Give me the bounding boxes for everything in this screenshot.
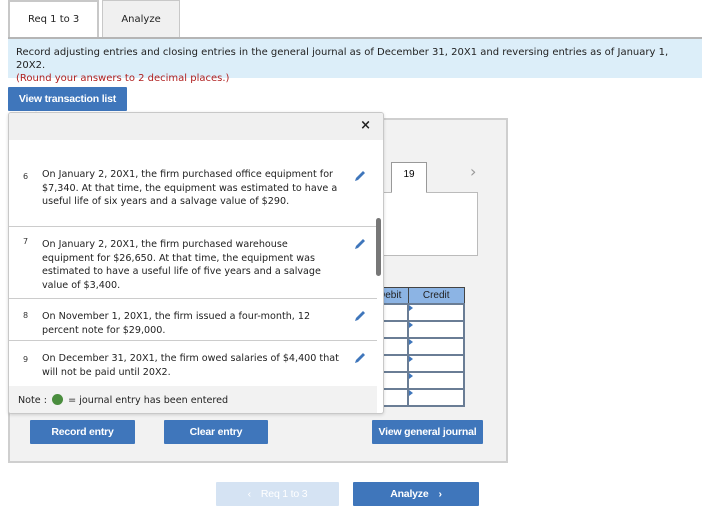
popup-header: × <box>9 113 383 140</box>
legend-note: Note : = journal entry has been entered <box>9 386 377 413</box>
list-item[interactable]: 9 On December 31, 20X1, the firm owed sa… <box>9 341 377 386</box>
credit-input[interactable] <box>407 336 465 356</box>
credit-input[interactable] <box>407 387 465 407</box>
instructions-panel: Record adjusting entries and closing ent… <box>8 39 702 84</box>
transaction-text: On November 1, 20X1, the firm issued a f… <box>42 311 311 336</box>
credit-header: Credit <box>407 287 465 304</box>
note-prefix: Note : <box>18 395 47 406</box>
entry-number-tab[interactable]: 19 <box>391 162 427 193</box>
pencil-icon[interactable] <box>354 352 366 364</box>
credit-input[interactable] <box>407 319 465 339</box>
journal-entry-grid: Debit Credit <box>369 287 465 407</box>
close-icon[interactable]: × <box>360 118 371 133</box>
tab-analyze[interactable]: Analyze <box>102 0 180 37</box>
list-item[interactable]: 6 On January 2, 20X1, the firm purchased… <box>9 168 377 227</box>
next-analyze-button[interactable]: Analyze › <box>353 482 479 506</box>
transaction-text: On January 2, 20X1, the firm purchased o… <box>42 169 338 208</box>
transaction-list: 6 On January 2, 20X1, the firm purchased… <box>9 140 377 386</box>
clear-entry-button[interactable]: Clear entry <box>164 420 268 444</box>
chevron-right-icon: › <box>438 488 443 500</box>
table-row <box>369 353 465 373</box>
credit-input[interactable] <box>407 302 465 322</box>
transaction-text: On December 31, 20X1, the firm owed sala… <box>42 353 339 378</box>
next-analyze-label: Analyze <box>390 488 429 500</box>
transaction-list-popup: × 6 On January 2, 20X1, the firm purchas… <box>8 112 384 414</box>
pencil-icon[interactable] <box>354 310 366 322</box>
tab-req-1-to-3[interactable]: Req 1 to 3 <box>8 0 100 37</box>
list-item[interactable]: 8 On November 1, 20X1, the firm issued a… <box>9 299 377 341</box>
transaction-number: 6 <box>23 172 29 181</box>
view-transaction-list-button[interactable]: View transaction list <box>8 87 127 117</box>
table-row <box>369 302 465 322</box>
table-row <box>369 319 465 339</box>
entry-description-box <box>370 192 478 256</box>
prev-req-button[interactable]: ‹ Req 1 to 3 <box>216 482 339 506</box>
record-entry-button[interactable]: Record entry <box>30 420 135 444</box>
rounding-note: (Round your answers to 2 decimal places.… <box>16 73 230 84</box>
entered-dot-icon <box>52 394 64 405</box>
credit-input[interactable] <box>407 370 465 390</box>
note-text: = journal entry has been entered <box>68 395 229 406</box>
table-row <box>369 370 465 390</box>
pencil-icon[interactable] <box>354 238 366 250</box>
list-item[interactable]: 7 On January 2, 20X1, the firm purchased… <box>9 227 377 299</box>
prev-req-label: Req 1 to 3 <box>260 488 308 500</box>
transaction-number: 7 <box>23 237 29 246</box>
transaction-text: On January 2, 20X1, the firm purchased w… <box>42 239 321 292</box>
requirement-tabs: Req 1 to 3 Analyze <box>8 0 183 37</box>
transaction-number: 8 <box>23 311 29 320</box>
transaction-number: 9 <box>23 355 29 364</box>
chevron-left-icon: ‹ <box>247 488 252 500</box>
table-row <box>369 336 465 356</box>
credit-input[interactable] <box>407 353 465 373</box>
table-row <box>369 387 465 407</box>
next-entry-arrow-icon[interactable]: › <box>470 162 476 181</box>
view-general-journal-button[interactable]: View general journal <box>372 420 483 444</box>
instructions-text: Record adjusting entries and closing ent… <box>16 47 669 71</box>
popup-scrollbar[interactable] <box>376 218 381 276</box>
pencil-icon[interactable] <box>354 170 366 182</box>
